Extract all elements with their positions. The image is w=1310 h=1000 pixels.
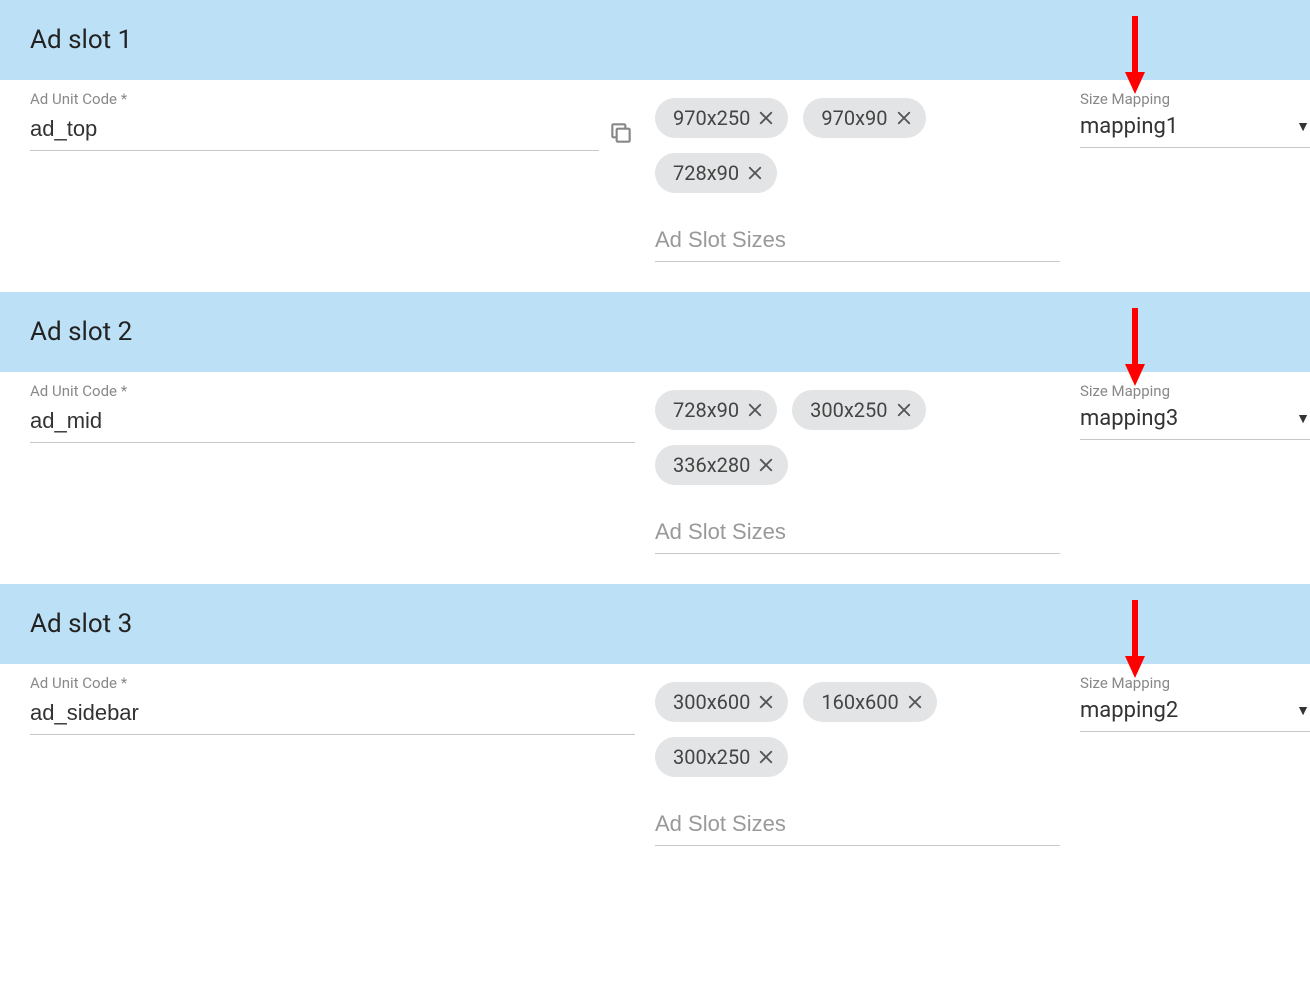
remove-chip-icon[interactable] [756, 455, 776, 475]
size-chip-label: 970x90 [821, 106, 887, 130]
ad-unit-code-label: Ad Unit Code * [30, 90, 635, 108]
size-mapping-value: mapping2 [1080, 698, 1178, 723]
size-chip-label: 160x600 [821, 690, 898, 714]
ad-slot: Ad slot 1 Ad Unit Code * 970x250 970x90 728x… [0, 0, 1310, 262]
size-chip[interactable]: 300x600 [655, 682, 788, 722]
size-chip-list: 970x250 970x90 728x90 [655, 90, 1060, 193]
size-mapping-value: mapping3 [1080, 406, 1178, 431]
remove-chip-icon[interactable] [745, 400, 765, 420]
size-mapping-field: Size Mapping mapping2 ▼ [1080, 674, 1310, 846]
ad-slot-sizes-field: 728x90 300x250 336x280 [655, 382, 1060, 554]
size-mapping-select[interactable]: mapping2 ▼ [1080, 698, 1310, 732]
size-chip-label: 300x250 [673, 745, 750, 769]
ad-unit-code-input[interactable] [30, 698, 635, 735]
size-chip[interactable]: 728x90 [655, 390, 777, 430]
size-mapping-field: Size Mapping mapping3 ▼ [1080, 382, 1310, 554]
chevron-down-icon: ▼ [1296, 410, 1310, 427]
ad-slot-sizes-input[interactable] [655, 513, 1060, 554]
copy-icon[interactable] [607, 119, 635, 147]
ad-slot: Ad slot 2 Ad Unit Code * 728x90 300x250 336x… [0, 292, 1310, 554]
size-chip[interactable]: 300x250 [655, 737, 788, 777]
ad-unit-code-field: Ad Unit Code * [30, 382, 635, 554]
size-chip[interactable]: 970x250 [655, 98, 788, 138]
size-chip[interactable]: 728x90 [655, 153, 777, 193]
size-chip-label: 300x250 [810, 398, 887, 422]
chevron-down-icon: ▼ [1296, 702, 1310, 719]
remove-chip-icon[interactable] [756, 108, 776, 128]
remove-chip-icon[interactable] [894, 108, 914, 128]
remove-chip-icon[interactable] [756, 747, 776, 767]
ad-slot-body: Ad Unit Code * 970x250 970x90 728x90 Size Ma… [0, 80, 1310, 262]
size-chip[interactable]: 336x280 [655, 445, 788, 485]
size-mapping-select[interactable]: mapping1 ▼ [1080, 114, 1310, 148]
ad-unit-code-field: Ad Unit Code * [30, 90, 635, 262]
ad-slot-sizes-input[interactable] [655, 805, 1060, 846]
ad-slot-header: Ad slot 2 [0, 292, 1310, 372]
ad-unit-code-label: Ad Unit Code * [30, 382, 635, 400]
size-chip-list: 300x600 160x600 300x250 [655, 674, 1060, 777]
ad-slot-sizes-field: 970x250 970x90 728x90 [655, 90, 1060, 262]
ad-slot-sizes-input[interactable] [655, 221, 1060, 262]
ad-unit-code-field: Ad Unit Code * [30, 674, 635, 846]
size-chip-label: 728x90 [673, 398, 739, 422]
ad-unit-code-row [30, 406, 635, 443]
size-mapping-label: Size Mapping [1080, 90, 1310, 108]
size-mapping-label: Size Mapping [1080, 674, 1310, 692]
size-chip-list: 728x90 300x250 336x280 [655, 382, 1060, 485]
size-chip-label: 728x90 [673, 161, 739, 185]
size-chip[interactable]: 160x600 [803, 682, 936, 722]
ad-slot-body: Ad Unit Code * 300x600 160x600 300x250 Size … [0, 664, 1310, 846]
size-chip-label: 970x250 [673, 106, 750, 130]
size-chip-label: 300x600 [673, 690, 750, 714]
remove-chip-icon[interactable] [745, 163, 765, 183]
size-mapping-field: Size Mapping mapping1 ▼ [1080, 90, 1310, 262]
ad-unit-code-input[interactable] [30, 406, 635, 443]
size-mapping-label: Size Mapping [1080, 382, 1310, 400]
size-mapping-select[interactable]: mapping3 ▼ [1080, 406, 1310, 440]
remove-chip-icon[interactable] [756, 692, 776, 712]
ad-unit-code-label: Ad Unit Code * [30, 674, 635, 692]
size-mapping-value: mapping1 [1080, 114, 1178, 139]
remove-chip-icon[interactable] [905, 692, 925, 712]
ad-slot-header: Ad slot 3 [0, 584, 1310, 664]
ad-unit-code-row [30, 114, 635, 151]
size-chip[interactable]: 970x90 [803, 98, 925, 138]
ad-unit-code-row [30, 698, 635, 735]
ad-unit-code-input[interactable] [30, 114, 599, 151]
ad-slot-sizes-field: 300x600 160x600 300x250 [655, 674, 1060, 846]
chevron-down-icon: ▼ [1296, 118, 1310, 135]
ad-slot: Ad slot 3Ad Unit Code *300x600160x600300… [0, 584, 1310, 846]
ad-slot-header: Ad slot 1 [0, 0, 1310, 80]
remove-chip-icon[interactable] [894, 400, 914, 420]
ad-slot-body: Ad Unit Code * 728x90 300x250 336x280 Size M… [0, 372, 1310, 554]
size-chip-label: 336x280 [673, 453, 750, 477]
size-chip[interactable]: 300x250 [792, 390, 925, 430]
